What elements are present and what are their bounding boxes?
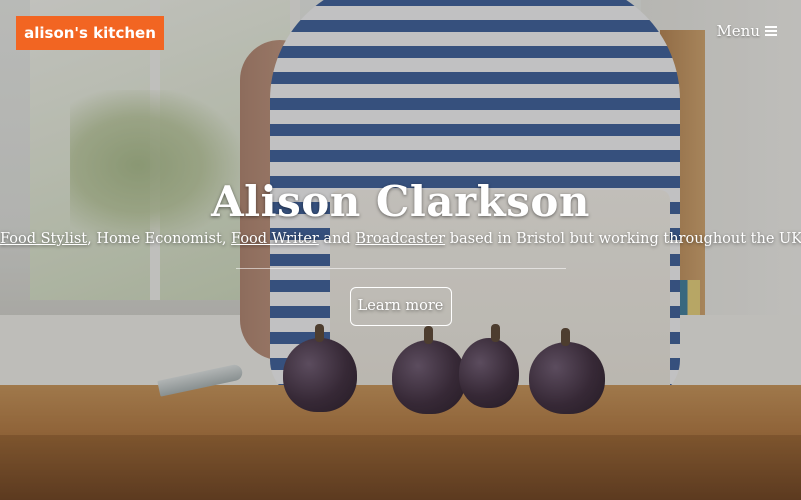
site-logo[interactable]: alison's kitchen [16, 16, 164, 50]
food-stylist-link[interactable]: Food Stylist [0, 231, 87, 247]
menu-label: Menu [716, 22, 760, 40]
hero-divider [235, 268, 566, 269]
hero-title: Alison Clarkson [211, 177, 590, 226]
tagline-separator: , [221, 231, 232, 247]
learn-more-button[interactable]: Learn more [349, 287, 452, 326]
hero-content: Alison Clarkson Food Stylist, Home Econo… [0, 176, 801, 326]
menu-button[interactable]: Menu [716, 22, 777, 40]
tagline-location: based in Bristol but working throughout … [445, 231, 801, 247]
tagline-home-economist: Home Economist [96, 231, 222, 247]
hamburger-icon [765, 26, 777, 36]
tagline-separator: , [87, 231, 97, 247]
food-writer-link[interactable]: Food Writer [231, 231, 319, 247]
hero-tagline: Food Stylist, Home Economist, Food Write… [0, 229, 801, 249]
broadcaster-link[interactable]: Broadcaster [355, 231, 445, 247]
tagline-and: and [318, 231, 356, 247]
